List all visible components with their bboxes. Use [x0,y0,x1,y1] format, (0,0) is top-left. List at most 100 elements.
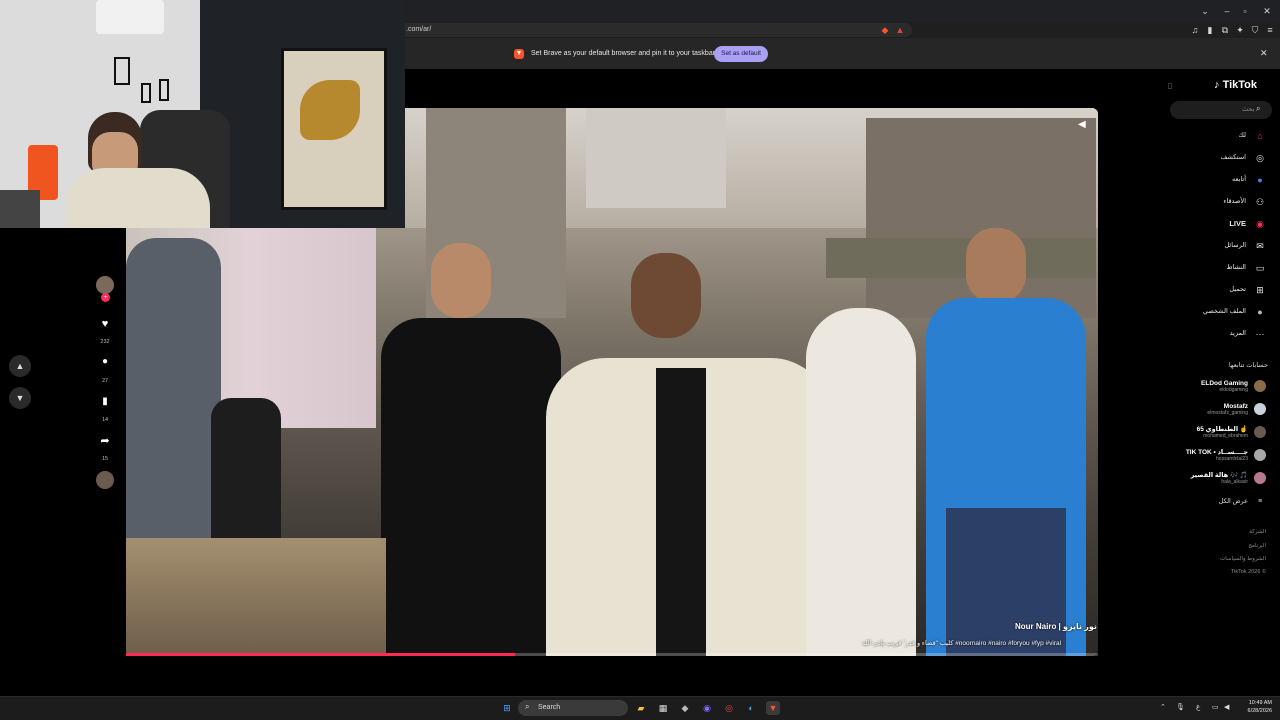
taskbar-clock[interactable]: 10:49 AM 6/28/2026 [1236,699,1272,715]
followed-account-handle: eldodgaming [1219,386,1248,393]
next-video-icon[interactable]: ▼ [9,387,31,409]
sidebar-nav-label: LIVE [1229,219,1246,228]
calendar-app-icon[interactable]: ▦ [656,701,670,715]
address-bar[interactable]: .com/ar/ [400,23,912,37]
restore-icon[interactable]: ▫ [1240,6,1250,16]
jeans [946,508,1066,656]
tiktok-logo[interactable]: ♪ TikTok [1214,79,1257,91]
brave-logo-icon: ▼ [514,49,524,59]
app-icon[interactable]: ◆ [678,701,692,715]
following-avatar-icon: ● [1257,175,1263,185]
followed-account[interactable]: الطنطاوي 65 ☝️ mohamed_ebrahem [1197,423,1266,441]
horse-painting-detail [300,80,360,140]
sidebar-nav-item[interactable]: الأصدقاء ⚇ [1223,195,1266,209]
followed-account-names: الطنطاوي 65 ☝️ mohamed_ebrahem [1197,425,1248,439]
person-head [631,253,701,338]
person-head [966,228,1026,303]
followed-account-name: Mostafz [1223,402,1248,410]
app-icon[interactable]: ◎ [722,701,736,715]
brave-rewards-icon[interactable]: ▲ [895,25,905,35]
tabs-icon[interactable]: ⧉ [1220,25,1230,35]
like-count: 232 [100,339,110,345]
more-icon: ··· [1255,329,1265,339]
sidebar-nav-item[interactable]: الملف الشخصي ● [1203,305,1266,319]
see-more-link[interactable]: عرض الكل ≡ [1219,492,1266,510]
collapse-sidebar-icon[interactable]: ▯ [1168,81,1172,90]
live-icon: ◉ [1256,219,1264,229]
followed-account[interactable]: Mostafz elmostafz_gaming [1207,400,1266,418]
sidebar-nav-label: الرسائل [1224,242,1246,249]
share-count: 15 [101,456,109,462]
tray-chevron-icon[interactable]: ⌃ [1160,703,1166,711]
air-conditioner [96,0,164,34]
footer-link[interactable]: الشروط والسياسات [1220,556,1266,562]
like-icon[interactable]: ♥ [96,315,114,333]
bookmark-icon[interactable]: ▮ [96,393,114,411]
set-default-button[interactable]: Set as default [714,46,768,62]
followed-account[interactable]: ELDod Gaming eldodgaming [1201,377,1266,395]
extensions-icon[interactable]: ✦ [1235,25,1245,35]
file-explorer-icon[interactable]: ▰ [634,701,648,715]
followed-account-names: Mostafz elmostafz_gaming [1207,403,1248,416]
search-icon: ⌕ [525,702,530,711]
brave-shields-icon[interactable]: ◆ [880,25,890,35]
music-disc-icon[interactable] [96,471,114,489]
sidebar-nav-item[interactable]: لك ⌂ [1239,129,1266,143]
webcam-overlay [0,0,405,228]
footer-link[interactable]: الشركة [1249,529,1266,535]
close-window-icon[interactable]: ✕ [1262,6,1272,16]
sidebar-nav-label: الملف الشخصي [1202,308,1246,315]
followed-account[interactable]: TIK TOK • جــــســاد hossamhilal23 [1186,446,1266,464]
previous-video-icon[interactable]: ▲ [9,355,31,377]
vpn-icon[interactable]: ⛉ [1250,25,1260,35]
network-icon[interactable]: ▭ [1212,703,1219,711]
volume-icon[interactable]: ◀︎ [1078,119,1086,130]
infobar-message: Set Brave as your default browser and pi… [531,50,716,57]
language-indicator[interactable]: ع [1196,703,1200,711]
sidebar-nav-item[interactable]: LIVE ◉ [1229,217,1266,231]
windows-start-icon[interactable]: ⊞ [500,701,514,715]
creator-name[interactable]: Nour Nairo | نور نايرو [1015,622,1097,631]
followed-account-handle: mohamed_ebrahem [1203,433,1248,439]
save-count: 14 [101,417,109,423]
infobar-close-icon[interactable]: ✕ [1260,48,1268,59]
edge-icon[interactable]: ◐ [744,701,758,715]
followed-account[interactable]: هالة القصير 🎶 🎵 hala_alkasir [1191,469,1266,487]
person [381,318,561,656]
footer-link[interactable]: TikTok 2026 © [1231,569,1266,575]
search-icon[interactable]: ⌕ [1256,104,1260,114]
sidebar-nav-item[interactable]: أتابعه ● [1232,173,1266,187]
avatar [1254,403,1266,415]
brave-icon[interactable]: ▼ [766,701,780,715]
app-icon[interactable]: ◉ [700,701,714,715]
clock-date: 6/28/2026 [1247,708,1272,714]
taskbar-search[interactable]: Search [518,700,628,716]
sidebar-nav-label: المزيد [1229,330,1246,337]
tiktok-logo-text: TikTok [1222,79,1257,91]
sidebar-nav-item[interactable]: النشاط ▭ [1226,261,1266,275]
comment-count: 27 [101,378,109,384]
minimize-icon[interactable]: – [1222,6,1232,16]
share-icon[interactable]: ➦ [96,432,114,450]
sidebar-nav-item[interactable]: المزيد ··· [1230,327,1266,341]
comment-icon[interactable]: ● [96,353,114,371]
chevron-down-icon[interactable]: ⌄ [1200,6,1210,16]
sidebar-nav-item[interactable]: تحميل ⊞ [1229,283,1266,297]
follow-plus-icon[interactable]: + [101,293,110,302]
speaker-icon[interactable]: ◀ [1224,703,1229,711]
sidebar-nav-item[interactable]: استكشف ◎ [1221,151,1266,165]
media-icon[interactable]: ♫ [1190,25,1200,35]
avatar [1254,472,1266,484]
sidebar-icon[interactable]: ▮ [1205,25,1215,35]
followed-account-handle: hala_alkasir [1221,479,1248,485]
wall-frame [114,57,130,85]
followed-account-name: هالة القصير 🎶 🎵 [1190,472,1248,479]
followed-account-names: هالة القصير 🎶 🎵 hala_alkasir [1191,471,1248,485]
menu-icon[interactable]: ≡ [1265,25,1275,35]
sidebar-nav-item[interactable]: الرسائل ✉ [1224,239,1266,253]
creator-avatar[interactable] [96,276,114,294]
followed-account-name: ELDod Gaming [1201,379,1248,387]
microphone-icon[interactable]: 🎙 [1176,703,1185,711]
see-more-label: عرض الكل [1218,498,1248,505]
footer-link[interactable]: البرنامج [1248,543,1266,549]
